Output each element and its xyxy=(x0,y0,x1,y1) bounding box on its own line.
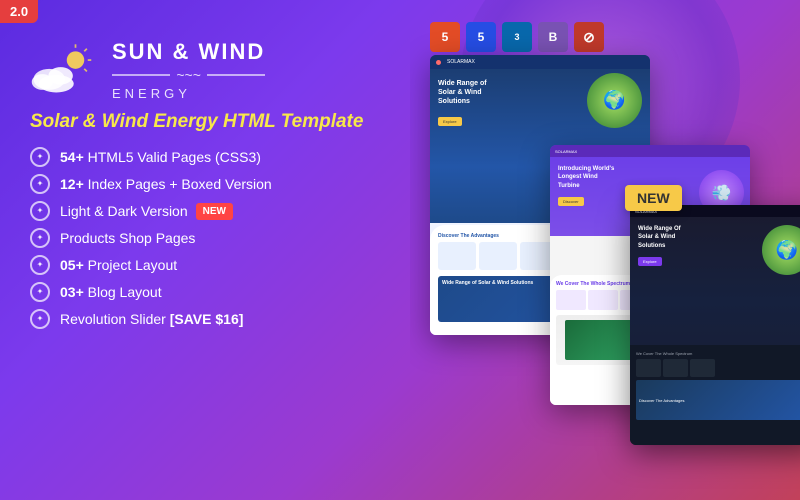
sc-hero-btn: Explore xyxy=(438,117,462,126)
new-badge: NEW xyxy=(196,203,233,220)
bullet-icon xyxy=(30,201,50,221)
logo-divider: ~~~ xyxy=(112,67,265,83)
list-item: Revolution Slider [SAVE $16] xyxy=(30,309,390,329)
sc3-btn: Explore xyxy=(638,257,662,266)
earth-illustration: 🌍 xyxy=(587,73,642,128)
template-title: Solar & Wind Energy HTML Template xyxy=(30,111,390,133)
list-item: 12+ Index Pages + Boxed Version xyxy=(30,174,390,194)
logo-title: SUN & WIND xyxy=(112,40,265,64)
feature-text: 05+ Project Layout xyxy=(60,256,177,274)
logo-text: SUN & WIND ~~~ ENERGY xyxy=(112,40,265,101)
bullet-icon xyxy=(30,309,50,329)
feature-text: Light & Dark Version xyxy=(60,202,188,220)
right-panel: SOLARMAX Wide Range ofSolar & WindSoluti… xyxy=(410,0,800,500)
bullet-icon xyxy=(30,228,50,248)
save-highlight: [SAVE $16] xyxy=(170,311,244,327)
list-item: 05+ Project Layout xyxy=(30,255,390,275)
left-panel: SUN & WIND ~~~ ENERGY Solar & Wind Energ… xyxy=(0,0,420,500)
highlight: 12+ xyxy=(60,176,84,192)
list-item: Light & Dark Version NEW xyxy=(30,201,390,221)
bullet-icon xyxy=(30,282,50,302)
sc-nav-logo: SOLARMAX xyxy=(447,59,475,65)
new-badge-overlay: NEW xyxy=(625,185,682,211)
list-item: 54+ HTML5 Valid Pages (CSS3) xyxy=(30,147,390,167)
feature-text: 12+ Index Pages + Boxed Version xyxy=(60,175,272,193)
highlight: 54+ xyxy=(60,149,84,165)
screenshot-container: SOLARMAX Wide Range ofSolar & WindSoluti… xyxy=(430,55,800,500)
highlight: 05+ xyxy=(60,257,84,273)
logo-subtitle: ENERGY xyxy=(112,86,265,101)
logo-area: SUN & WIND ~~~ ENERGY xyxy=(30,40,390,101)
logo-icon xyxy=(30,41,100,101)
screenshot-dark: SOLARMAX Wide Range OfSolar & WindSoluti… xyxy=(630,205,800,445)
bullet-icon xyxy=(30,174,50,194)
bullet-icon xyxy=(30,255,50,275)
feature-text: Revolution Slider [SAVE $16] xyxy=(60,310,243,328)
feature-text: 03+ Blog Layout xyxy=(60,283,162,301)
feature-text: Products Shop Pages xyxy=(60,229,195,247)
highlight: 03+ xyxy=(60,284,84,300)
feature-list: 54+ HTML5 Valid Pages (CSS3) 12+ Index P… xyxy=(30,147,390,329)
list-item: Products Shop Pages xyxy=(30,228,390,248)
feature-text: 54+ HTML5 Valid Pages (CSS3) xyxy=(60,148,261,166)
tilde-decoration: ~~~ xyxy=(176,67,201,83)
bullet-icon xyxy=(30,147,50,167)
list-item: 03+ Blog Layout xyxy=(30,282,390,302)
